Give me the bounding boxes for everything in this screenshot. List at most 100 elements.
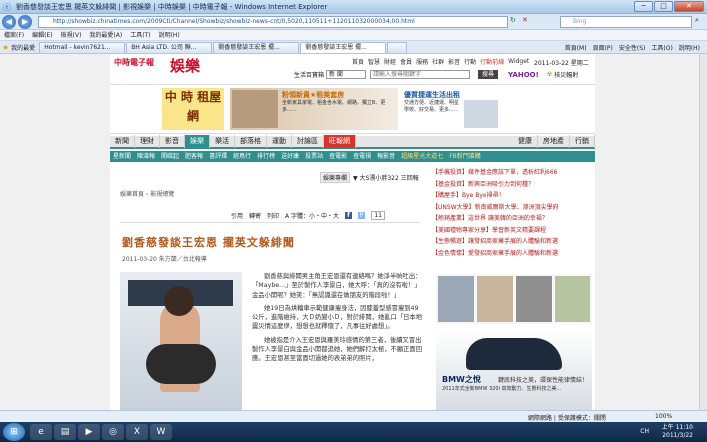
subnav-item[interactable]: 查電視	[353, 151, 371, 162]
site-search-button[interactable]: 搜尋	[478, 70, 499, 79]
nav-forum[interactable]: 討論區	[292, 135, 324, 148]
menu-favorites[interactable]: 我的最愛(A)	[89, 30, 122, 41]
subnav-item[interactable]: 報影音	[377, 151, 395, 162]
bmw-ad[interactable]: BMW之悅 鍵底科技之美，環保性能律情結！ 2011年式全新BMW 320i 高…	[436, 330, 592, 410]
nav-finance[interactable]: 理財	[135, 135, 160, 148]
nav-marketing[interactable]: 行銷	[570, 135, 595, 148]
radiation-link[interactable]: 核災輻射	[554, 70, 578, 79]
minimize-button[interactable]: ─	[634, 1, 653, 12]
toplink[interactable]: Widget	[508, 58, 529, 65]
subnav-item[interactable]: 排行榜	[257, 151, 275, 162]
subnav-item[interactable]: 開碳起	[161, 151, 179, 162]
rent-ad[interactable]: 中 時 租屋網	[162, 88, 224, 130]
subnav-item[interactable]: 星新聞	[113, 151, 131, 162]
forward-email-button[interactable]: 轉寄	[249, 211, 261, 220]
subnav-item[interactable]: 送好康	[281, 151, 299, 162]
menu-file[interactable]: 檔案(F)	[4, 30, 24, 41]
plurk-icon[interactable]: P	[357, 212, 366, 219]
yahoo-logo[interactable]: YAHOO!	[508, 71, 539, 79]
promo-item[interactable]: 【購屋手】Bye Bye掃帚！	[432, 190, 592, 202]
nav-sports[interactable]: 運動	[267, 135, 292, 148]
promo-item[interactable]: 【熱銷產業】這世界 讓美韓的亞洲的幸福？	[432, 213, 592, 225]
search-scope-select[interactable]: 新 聞	[326, 70, 367, 79]
word-taskbar-icon[interactable]: W	[150, 424, 172, 440]
refresh-icon[interactable]: ↻	[510, 16, 516, 24]
forward-button[interactable]: ▶	[18, 15, 32, 29]
page-scrollbar[interactable]	[699, 54, 707, 410]
toplink[interactable]: 首頁	[352, 57, 364, 66]
font-size-control[interactable]: A 字體：小・中・大	[285, 211, 339, 220]
maximize-button[interactable]: □	[654, 1, 673, 12]
ad-suite[interactable]: 粉領新貴★租美套房 全新家具家電、租金含水電、網路、獨立B、更多......	[230, 88, 398, 130]
thumbnail-ads[interactable]	[436, 274, 592, 324]
nav-blog[interactable]: 部落格	[235, 135, 267, 148]
toplink[interactable]: 影音	[448, 57, 460, 66]
article-photo[interactable]	[120, 272, 242, 410]
toplink[interactable]: 財經	[384, 57, 396, 66]
subnav-item[interactable]: 查電影	[329, 151, 347, 162]
menu-help[interactable]: 說明(H)	[159, 30, 180, 41]
favorites-star-icon[interactable]: ★	[2, 43, 9, 52]
subnav-item[interactable]: 書評擇	[209, 151, 227, 162]
site-search-input[interactable]: 請輸入搜尋關鍵字	[370, 70, 471, 79]
nav-entertainment[interactable]: 娛樂	[185, 135, 210, 148]
tab-article-active[interactable]: 劉香慈發談王宏恩 擺...	[300, 42, 387, 53]
cite-button[interactable]: 引用	[231, 211, 243, 220]
page-button[interactable]: 頁面(P)	[593, 43, 613, 52]
search-icon[interactable]: ⌕	[695, 16, 699, 25]
tab-bh-asia[interactable]: BH Asia LTD. 公司 聯...	[126, 42, 213, 53]
safety-button[interactable]: 安全性(S)	[619, 43, 646, 52]
nav-health[interactable]: 健康	[513, 135, 538, 148]
section-logo[interactable]: 娛樂	[170, 55, 200, 76]
favorites-label[interactable]: 我的最愛	[11, 43, 35, 52]
nav-video[interactable]: 影音	[160, 135, 185, 148]
stop-icon[interactable]: ✕	[522, 16, 528, 24]
close-button[interactable]: ✕	[674, 1, 704, 12]
toplink[interactable]: 智慧	[368, 57, 380, 66]
tab-hotmail[interactable]: Hotmail - kevin7621...	[39, 42, 126, 53]
subnav-item[interactable]: 投票站	[305, 151, 323, 162]
toplink[interactable]: 社群	[432, 57, 444, 66]
breadcrumb[interactable]: 娛樂首頁 › 影視總覽	[120, 189, 174, 198]
explorer-taskbar-icon[interactable]: ▤	[54, 424, 76, 440]
zoom-level[interactable]: 100%	[655, 413, 672, 420]
nav-realestate[interactable]: 房地產	[538, 135, 570, 148]
nav-lifestyle[interactable]: 樂活	[210, 135, 235, 148]
start-button[interactable]: ⊞	[3, 423, 25, 441]
promo-item[interactable]: 【UNSW大學】新南威爾斯大學．澳洲頂尖學府	[432, 202, 592, 214]
tab-article-1[interactable]: 劉香慈發談王宏恩 擺...	[213, 42, 300, 53]
subnav-item[interactable]: 陳濤報	[137, 151, 155, 162]
site-logo[interactable]: 中時電子報	[114, 57, 158, 70]
address-input[interactable]: http://showbiz.chinatimes.com/2009Cti/Ch…	[38, 16, 508, 28]
ad-mrt[interactable]: 優質捷運生活出租 交通方便、近捷運、明星學校、好交易、更多......	[404, 88, 498, 130]
subnav-item[interactable]: 經鳥行	[233, 151, 251, 162]
tab-new[interactable]	[387, 42, 408, 53]
nav-wantdaily[interactable]: 旺報網	[324, 135, 356, 148]
promo-item[interactable]: 【美國禮物專家分享】學習新英文精要課程	[432, 225, 592, 237]
system-clock[interactable]: 上午 11:10 2011/3/22	[662, 424, 693, 440]
facebook-icon[interactable]: f	[345, 212, 352, 219]
toplink[interactable]: 會員	[400, 57, 412, 66]
tools-button[interactable]: 工具(O)	[651, 43, 672, 52]
home-button[interactable]: 首頁(M)	[565, 43, 587, 52]
toplink[interactable]: 行動前線	[480, 57, 504, 66]
back-button[interactable]: ◀	[2, 15, 16, 29]
nav-news[interactable]: 新聞	[110, 135, 135, 148]
toplink[interactable]: 行動	[464, 57, 476, 66]
toplink[interactable]: 服務	[416, 57, 428, 66]
menu-view[interactable]: 檢視(V)	[61, 30, 82, 41]
promo-item[interactable]: 【基金投資】新興亞洲吸引力到何種？	[432, 179, 592, 191]
ie-taskbar-icon[interactable]: e	[30, 424, 52, 440]
ime-indicator[interactable]: CH	[640, 428, 649, 435]
menu-tools[interactable]: 工具(T)	[130, 30, 150, 41]
subnav-item-starlight[interactable]: 超級星光大道七	[401, 151, 443, 162]
search-input[interactable]: Bing	[560, 16, 692, 28]
print-button[interactable]: 列印	[267, 211, 279, 220]
promo-item[interactable]: 【生態暢遊】讓發招商家擁手展的人體驗和新選	[432, 236, 592, 248]
promo-item[interactable]: 【手機投資】幾件基金應該下單，透析紅利666	[432, 167, 592, 179]
promo-item[interactable]: 【金色情懷】愛發招商家擁手展的人體驗和新選	[432, 248, 592, 260]
ticker-link[interactable]: ▼ 大S漂小胖322 三回報	[353, 173, 419, 182]
subnav-item[interactable]: 肥客報	[185, 151, 203, 162]
network-taskbar-icon[interactable]: ◎	[102, 424, 124, 440]
subnav-item-fb[interactable]: FB粉門搶購	[449, 151, 481, 162]
